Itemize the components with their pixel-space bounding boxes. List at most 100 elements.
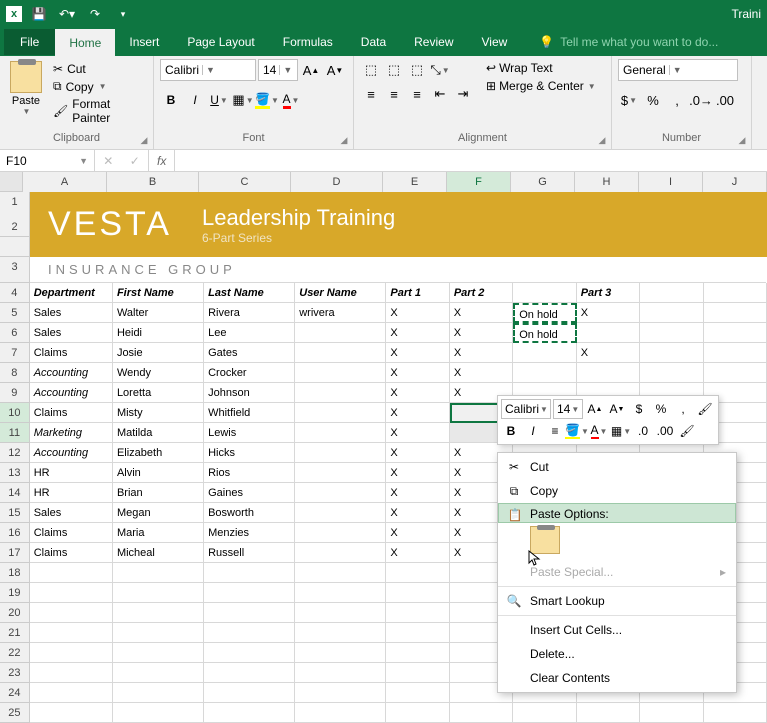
cell[interactable]	[295, 383, 386, 403]
tab-data[interactable]: Data	[347, 29, 400, 55]
cell[interactable]	[30, 603, 113, 623]
cell[interactable]: Loretta	[113, 383, 204, 403]
cell[interactable]	[30, 623, 113, 643]
cell[interactable]: X	[450, 343, 513, 363]
mini-align-icon[interactable]: ≡	[545, 421, 565, 441]
cell[interactable]: X	[386, 503, 449, 523]
cell[interactable]: Claims	[30, 403, 113, 423]
cell[interactable]: Part 1	[386, 283, 449, 303]
cell[interactable]: X	[386, 483, 449, 503]
cell[interactable]	[30, 563, 113, 583]
mini-fontcolor-icon[interactable]: A▼	[589, 421, 609, 441]
cell[interactable]: Menzies	[204, 523, 295, 543]
cell[interactable]: X	[386, 383, 449, 403]
cell[interactable]: Marketing	[30, 423, 113, 443]
mini-size-combo[interactable]: 14▼	[553, 399, 583, 419]
cell[interactable]	[386, 703, 449, 723]
align-top-icon[interactable]: ⬚	[360, 59, 382, 81]
cell[interactable]: Department	[30, 283, 113, 303]
mini-accounting-icon[interactable]: $	[629, 399, 649, 419]
cell[interactable]: First Name	[113, 283, 204, 303]
tab-formulas[interactable]: Formulas	[269, 29, 347, 55]
tab-pagelayout[interactable]: Page Layout	[173, 29, 268, 55]
cell[interactable]	[295, 683, 386, 703]
cell[interactable]	[577, 323, 640, 343]
cell[interactable]: Sales	[30, 303, 113, 323]
cell[interactable]: Johnson	[204, 383, 295, 403]
cell[interactable]	[30, 583, 113, 603]
cell[interactable]	[640, 303, 703, 323]
cell[interactable]: X	[386, 303, 449, 323]
cell[interactable]	[577, 363, 640, 383]
cell[interactable]: Gaines	[204, 483, 295, 503]
cell[interactable]: Crocker	[204, 363, 295, 383]
cell[interactable]	[113, 623, 204, 643]
cell[interactable]	[295, 603, 386, 623]
cell[interactable]: X	[386, 403, 449, 423]
cell[interactable]	[113, 583, 204, 603]
italic-button[interactable]: I	[184, 89, 206, 111]
cell[interactable]	[704, 303, 767, 323]
cell[interactable]	[640, 363, 703, 383]
cell[interactable]: Micheal	[113, 543, 204, 563]
cell[interactable]: X	[386, 423, 449, 443]
col-header-H[interactable]: H	[575, 172, 639, 192]
row-header[interactable]: 18	[0, 563, 30, 583]
fill-color-button[interactable]: 🪣▼	[256, 89, 278, 111]
increase-decimal-icon[interactable]: .0→	[690, 89, 712, 111]
align-left-icon[interactable]: ≡	[360, 83, 382, 105]
cell[interactable]	[640, 323, 703, 343]
row-header[interactable]: 4	[0, 283, 30, 303]
cell[interactable]	[113, 663, 204, 683]
row-header[interactable]: 10	[0, 403, 30, 423]
cell[interactable]	[513, 283, 576, 303]
cell[interactable]	[30, 643, 113, 663]
cell[interactable]: X	[386, 343, 449, 363]
paste-button[interactable]: Paste ▼	[6, 59, 46, 132]
cell[interactable]	[204, 683, 295, 703]
row-header[interactable]: 23	[0, 663, 30, 683]
font-size-combo[interactable]: 14▼	[258, 59, 298, 81]
align-center-icon[interactable]: ≡	[383, 83, 405, 105]
cell[interactable]	[295, 463, 386, 483]
undo-icon[interactable]: ↶▾	[56, 3, 78, 25]
mini-painter-icon[interactable]: 🖌	[695, 399, 715, 419]
grow-font-icon[interactable]: A▲	[300, 59, 322, 81]
cell[interactable]	[113, 703, 204, 723]
wrap-text-button[interactable]: ↩Wrap Text	[484, 59, 598, 77]
cell[interactable]: Claims	[30, 343, 113, 363]
row-header[interactable]: 3	[0, 257, 30, 283]
cell[interactable]	[704, 703, 767, 723]
number-format-combo[interactable]: General▼	[618, 59, 738, 81]
cell[interactable]	[204, 703, 295, 723]
cell[interactable]: Russell	[204, 543, 295, 563]
accounting-format-icon[interactable]: $▼	[618, 89, 640, 111]
cell[interactable]: Megan	[113, 503, 204, 523]
orientation-icon[interactable]: ⤡▼	[429, 59, 451, 81]
decrease-indent-icon[interactable]: ⇤	[429, 83, 451, 105]
cell[interactable]	[295, 423, 386, 443]
row-header[interactable]: 11	[0, 423, 30, 443]
cell[interactable]: Josie	[113, 343, 204, 363]
ctx-insert-cut[interactable]: Insert Cut Cells...	[498, 618, 736, 642]
cell[interactable]	[113, 603, 204, 623]
row-header[interactable]: 15	[0, 503, 30, 523]
row-header[interactable]: 7	[0, 343, 30, 363]
row-header[interactable]: 6	[0, 323, 30, 343]
col-header-C[interactable]: C	[199, 172, 291, 192]
cell[interactable]: X	[386, 463, 449, 483]
tab-file[interactable]: File	[4, 29, 55, 55]
ctx-clear[interactable]: Clear Contents	[498, 666, 736, 690]
col-header-A[interactable]: A	[23, 172, 107, 192]
cell[interactable]: Claims	[30, 543, 113, 563]
cell[interactable]	[30, 663, 113, 683]
mini-comma-icon[interactable]: ,	[673, 399, 693, 419]
merge-center-button[interactable]: ⊞Merge & Center▼	[484, 77, 598, 95]
cell[interactable]: Last Name	[204, 283, 295, 303]
cell[interactable]	[640, 283, 703, 303]
cell[interactable]	[704, 343, 767, 363]
cell[interactable]	[295, 623, 386, 643]
cell[interactable]	[450, 703, 513, 723]
cell[interactable]: On hold	[513, 303, 576, 323]
cell[interactable]: X	[577, 343, 640, 363]
